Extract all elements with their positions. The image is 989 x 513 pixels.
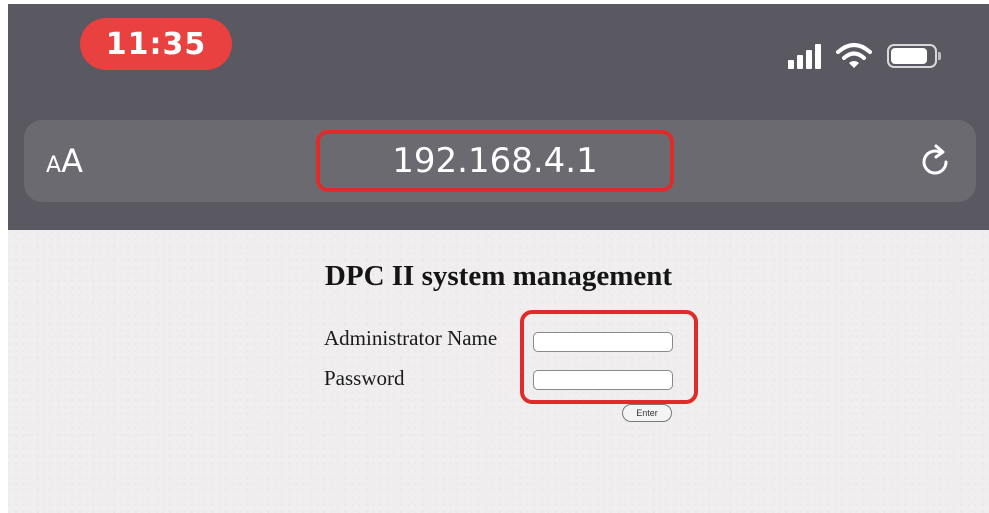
battery-icon xyxy=(887,44,941,68)
status-bar: 11:35 xyxy=(8,4,989,114)
page-title: DPC II system management xyxy=(324,260,673,292)
url-highlight-annotation xyxy=(316,130,674,192)
cellular-signal-icon xyxy=(788,43,821,69)
fields-highlight-annotation xyxy=(520,310,698,404)
text-size-large-glyph: A xyxy=(61,142,83,180)
status-time[interactable]: 11:35 xyxy=(80,18,232,70)
reload-icon[interactable] xyxy=(916,142,956,182)
admin-name-label: Administrator Name xyxy=(324,326,498,350)
phone-screen: 11:35 AA 192.168.4.1 DPC II system manag… xyxy=(8,4,989,513)
address-bar[interactable]: AA 192.168.4.1 xyxy=(24,120,976,202)
enter-button[interactable]: Enter xyxy=(622,404,672,422)
battery-level xyxy=(891,48,927,64)
text-size-button[interactable]: AA xyxy=(46,142,83,180)
browser-toolbar: AA 192.168.4.1 xyxy=(8,114,989,230)
password-label: Password xyxy=(324,366,405,390)
web-page: DPC II system management Administrator N… xyxy=(8,230,989,513)
text-size-small-glyph: A xyxy=(46,153,62,178)
wifi-icon xyxy=(836,43,872,68)
status-icons xyxy=(788,40,941,72)
battery-tip xyxy=(938,52,941,60)
